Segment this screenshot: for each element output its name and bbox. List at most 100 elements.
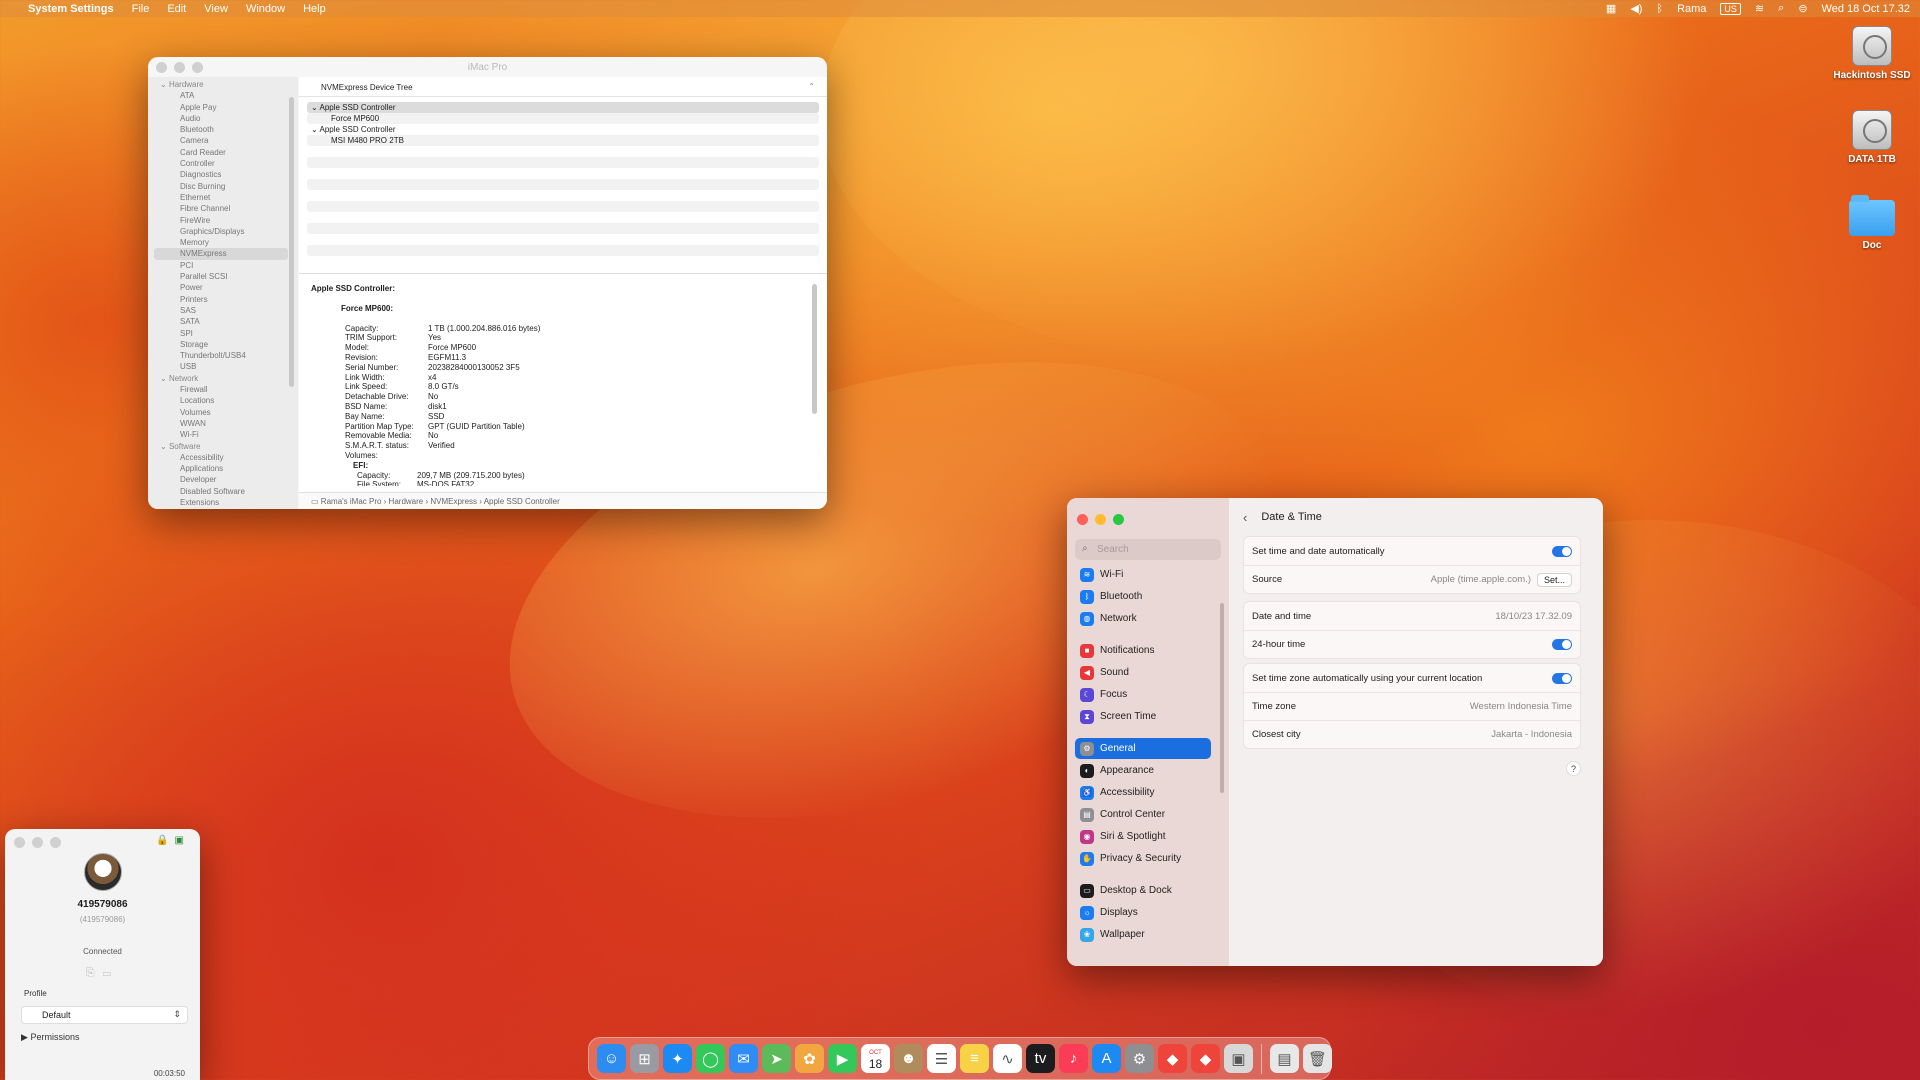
nav-item[interactable]: ◍ Network <box>1075 608 1211 629</box>
input-source[interactable]: US <box>1720 2 1741 15</box>
messages-icon[interactable]: ◯ <box>696 1044 725 1073</box>
user-name[interactable]: Rama <box>1677 3 1706 15</box>
sidebar-item[interactable]: Parallel SCSI <box>148 271 298 282</box>
volume-icon[interactable]: ◀) <box>1630 2 1642 15</box>
nav-item[interactable]: ᛒ Bluetooth <box>1075 586 1211 607</box>
sidebar-item[interactable]: Disc Burning <box>148 181 298 192</box>
mail-icon[interactable]: ✉ <box>729 1044 758 1073</box>
finder-icon[interactable]: ☺ <box>597 1044 626 1073</box>
close-button[interactable] <box>1077 514 1088 525</box>
device-tree-header[interactable]: NVMExpress Device Tree ⌃ <box>299 77 827 97</box>
sidebar-item[interactable]: Audio <box>148 113 298 124</box>
chat-icon[interactable]: ▭ <box>103 967 119 979</box>
sidebar-item[interactable]: SAS <box>148 305 298 316</box>
sidebar-item[interactable]: Storage <box>148 339 298 350</box>
nav-item[interactable]: ■ Notifications <box>1075 640 1211 661</box>
system-information-icon[interactable]: ▣ <box>1224 1044 1253 1073</box>
music-icon[interactable]: ♪ <box>1059 1044 1088 1073</box>
path-text[interactable]: Rama's iMac Pro › Hardware › NVMExpress … <box>321 497 560 506</box>
help-button[interactable]: ? <box>1566 761 1581 776</box>
file-transfer-icon[interactable]: ⎘ <box>86 967 103 979</box>
minimize-button[interactable] <box>1095 514 1106 525</box>
lock-icon[interactable]: 🔒 <box>156 835 168 846</box>
nav-item[interactable]: ◀ Sound <box>1075 662 1211 683</box>
sidebar-item[interactable]: Volumes <box>148 407 298 418</box>
sidebar-item[interactable]: Bluetooth <box>148 124 298 135</box>
zoom-button[interactable] <box>1113 514 1124 525</box>
set-source-button[interactable]: Set... <box>1536 572 1572 587</box>
app-store-icon[interactable]: A <box>1092 1044 1121 1073</box>
sidebar-item[interactable]: Power <box>148 282 298 293</box>
sidebar-item[interactable]: Disabled Software <box>148 486 298 497</box>
photos-icon[interactable]: ✿ <box>795 1044 824 1073</box>
sidebar-item[interactable]: PCI <box>148 260 298 271</box>
nav-item[interactable]: ▤ Control Center <box>1075 804 1211 825</box>
tree-row[interactable]: ⌄ Apple SSD Controller <box>307 124 819 135</box>
calendar-icon[interactable]: OCT 18 <box>861 1044 890 1073</box>
tree-row[interactable]: MSI M480 PRO 2TB <box>307 135 819 146</box>
sidebar-item[interactable]: Locations <box>148 395 298 406</box>
sidebar-item[interactable]: WWAN <box>148 418 298 429</box>
sidebar-item[interactable]: Controller <box>148 158 298 169</box>
sidebar-item[interactable]: Extensions <box>148 497 298 508</box>
nav-item[interactable]: ☾ Focus <box>1075 684 1211 705</box>
sidebar-group[interactable]: ⌄ Hardware <box>148 79 298 90</box>
monitor-icon[interactable]: ▣ <box>175 835 184 846</box>
disclosure-chevron-icon[interactable]: ⌄ <box>160 442 169 451</box>
desktop-icon-hackintosh-ssd[interactable]: Hackintosh SSD <box>1827 26 1917 81</box>
zoom-button[interactable] <box>50 837 61 848</box>
nav-item[interactable]: ◐ Appearance <box>1075 760 1211 781</box>
menu-clock[interactable]: Wed 18 Oct 17.32 <box>1822 3 1910 15</box>
sidebar-scrollbar[interactable] <box>1220 603 1224 793</box>
sidebar-item[interactable]: Wi-Fi <box>148 429 298 440</box>
freeform-icon[interactable]: ∿ <box>993 1044 1022 1073</box>
sidebar-group[interactable]: ⌄ Software <box>148 441 298 452</box>
nav-item[interactable]: ♿ Accessibility <box>1075 782 1211 803</box>
tree-row[interactable]: ⌄ Apple SSD Controller <box>307 102 819 113</box>
sidebar-item[interactable]: Developer <box>148 474 298 485</box>
sidebar-item[interactable]: Apple Pay <box>148 102 298 113</box>
trash-icon[interactable]: 🗑 <box>1303 1044 1332 1073</box>
desktop-icon-data-1tb[interactable]: DATA 1TB <box>1827 110 1917 165</box>
sidebar-item[interactable]: Graphics/Displays <box>148 226 298 237</box>
close-button[interactable] <box>14 837 25 848</box>
permissions-disclosure[interactable]: ▶ Permissions <box>21 1032 79 1043</box>
contacts-icon[interactable]: ☻ <box>894 1044 923 1073</box>
sidebar-scrollbar[interactable] <box>289 97 294 387</box>
menu-file[interactable]: File <box>132 3 150 15</box>
notes-icon[interactable]: ≡ <box>960 1044 989 1073</box>
tree-row[interactable]: Force MP600 <box>307 113 819 124</box>
nav-item[interactable]: ⧗ Screen Time <box>1075 706 1211 727</box>
spotlight-search-icon[interactable]: ⌕ <box>1778 2 1784 15</box>
sidebar-item[interactable]: Accessibility <box>148 452 298 463</box>
sidebar-item[interactable]: ATA <box>148 90 298 101</box>
facetime-icon[interactable]: ▶ <box>828 1044 857 1073</box>
launchpad-icon[interactable]: ⊞ <box>630 1044 659 1073</box>
sidebar-item[interactable]: Printers <box>148 294 298 305</box>
sidebar-item[interactable]: Ethernet <box>148 192 298 203</box>
nav-item[interactable]: ✋ Privacy & Security <box>1075 848 1211 869</box>
system-settings-icon[interactable]: ⚙ <box>1125 1044 1154 1073</box>
sidebar-item[interactable]: NVMExpress <box>154 248 288 260</box>
desktop-icon-doc[interactable]: Doc <box>1827 195 1917 251</box>
nav-item[interactable]: ☼ Displays <box>1075 902 1211 923</box>
sidebar-item[interactable]: Diagnostics <box>148 169 298 180</box>
sidebar-item[interactable]: Firewall <box>148 384 298 395</box>
window-titlebar[interactable]: iMac Pro <box>148 57 827 77</box>
sidebar-item[interactable]: SATA <box>148 316 298 327</box>
h24-toggle[interactable] <box>1552 639 1572 650</box>
sidebar-item[interactable]: FireWire <box>148 215 298 226</box>
sidebar-item[interactable]: USB <box>148 361 298 372</box>
maps-icon[interactable]: ➤ <box>762 1044 791 1073</box>
nav-item[interactable]: ❀ Wallpaper <box>1075 924 1211 945</box>
detail-scrollbar[interactable] <box>812 284 817 414</box>
profile-select[interactable]: Default ⇕ <box>21 1006 188 1024</box>
nav-item[interactable]: ▭ Desktop & Dock <box>1075 880 1211 901</box>
menu-help[interactable]: Help <box>303 3 326 15</box>
sidebar-group[interactable]: ⌄ Network <box>148 373 298 384</box>
anydesk-icon[interactable]: ◆ <box>1158 1044 1187 1073</box>
auto-time-toggle[interactable] <box>1552 545 1572 557</box>
nav-item[interactable]: ⚙ General <box>1075 738 1211 759</box>
back-chevron-icon[interactable]: ‹ <box>1243 510 1247 525</box>
control-center-icon[interactable]: ⊜ <box>1798 2 1807 15</box>
